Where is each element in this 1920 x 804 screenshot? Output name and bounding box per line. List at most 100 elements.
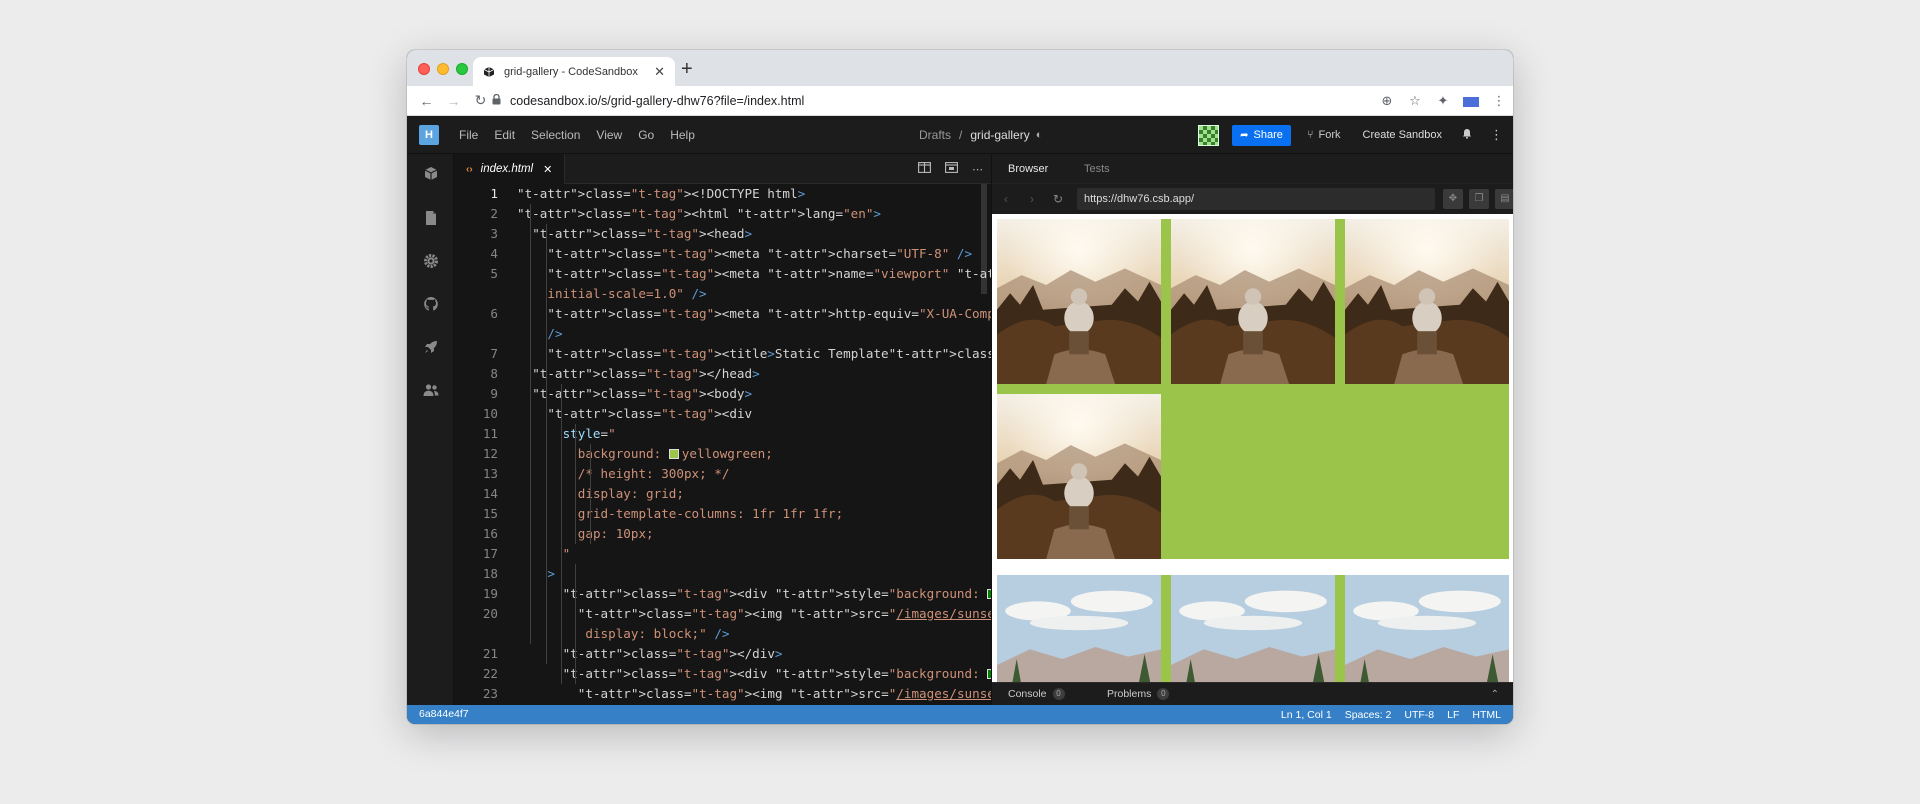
split-editor-icon[interactable]: [918, 162, 931, 176]
preview-back-icon[interactable]: ‹: [1004, 184, 1008, 214]
indentation[interactable]: Spaces: 2: [1345, 709, 1392, 721]
encoding[interactable]: UTF-8: [1404, 709, 1434, 721]
code-line-wrap[interactable]: display: block;" />: [454, 624, 991, 644]
globe-icon[interactable]: ◐: [1036, 129, 1043, 141]
editor-tab-bar: ‹› index.html ✕ ⋯: [454, 154, 991, 184]
deployment-rocket-icon[interactable]: [422, 338, 440, 356]
notifications-bell-icon[interactable]: [1462, 128, 1472, 142]
preview-new-window-icon[interactable]: ❐: [1469, 189, 1489, 209]
code-line[interactable]: 13 /* height: 300px; */: [454, 464, 991, 484]
preview-tab-bar: Browser Tests: [992, 154, 1513, 184]
explorer-file-icon[interactable]: [422, 209, 440, 227]
code-line[interactable]: 9 "t-attr">class="t-tag"><body>: [454, 384, 991, 404]
extensions-puzzle-icon[interactable]: ✦: [1435, 93, 1451, 109]
indent-guide: [575, 424, 577, 544]
bookmark-star-icon[interactable]: ☆: [1407, 93, 1423, 109]
code-line[interactable]: 18 >: [454, 564, 991, 584]
code-line[interactable]: 3 "t-attr">class="t-tag"><head>: [454, 224, 991, 244]
code-line[interactable]: 16 gap: 10px;: [454, 524, 991, 544]
menu-go[interactable]: Go: [638, 128, 654, 142]
code-line[interactable]: 14 display: grid;: [454, 484, 991, 504]
line-number: 6: [490, 306, 498, 321]
code-line[interactable]: 23 "t-attr">class="t-tag"><img "t-attr">s…: [454, 684, 991, 704]
code-line[interactable]: 7 "t-attr">class="t-tag"><title>Static Te…: [454, 344, 991, 364]
back-arrow-icon[interactable]: ←: [413, 93, 440, 109]
reload-icon[interactable]: ↻: [467, 92, 494, 109]
new-tab-icon[interactable]: +: [681, 59, 693, 79]
menu-selection[interactable]: Selection: [531, 128, 580, 142]
chevron-up-icon[interactable]: ⌃: [1491, 683, 1499, 706]
close-editor-tab-icon[interactable]: ✕: [543, 163, 552, 176]
browser-menu-icon[interactable]: ⋮: [1491, 93, 1507, 109]
code-line[interactable]: 8 "t-attr">class="t-tag"></head>: [454, 364, 991, 384]
menu-help[interactable]: Help: [670, 128, 695, 142]
preview-url-input[interactable]: https://dhw76.csb.app/: [1077, 188, 1435, 210]
preview-frame[interactable]: [992, 214, 1513, 682]
editor-tab-index-html[interactable]: ‹› index.html ✕: [454, 154, 566, 184]
problems-tab[interactable]: Problems 0: [1107, 683, 1170, 706]
code-line[interactable]: 4 "t-attr">class="t-tag"><meta "t-attr">c…: [454, 244, 991, 264]
code-text: "t-attr">class="t-tag"><img "t-attr">src…: [577, 686, 991, 701]
settings-gear-icon[interactable]: [422, 252, 440, 270]
sandbox-name[interactable]: grid-gallery: [970, 128, 1029, 142]
code-line-wrap[interactable]: initial-scale=1.0" />: [454, 284, 991, 304]
tab-tests[interactable]: Tests: [1084, 154, 1110, 184]
address-url: codesandbox.io/s/grid-gallery-dhw76?file…: [510, 94, 805, 108]
code-text: "t-attr">class="t-tag"><title>Static Tem…: [547, 346, 991, 361]
line-number: 16: [482, 526, 498, 541]
code-line[interactable]: 19 "t-attr">class="t-tag"><div "t-attr">s…: [454, 584, 991, 604]
menu-file[interactable]: File: [459, 128, 478, 142]
code-line[interactable]: 5 "t-attr">class="t-tag"><meta "t-attr">n…: [454, 264, 991, 284]
zoom-window-button[interactable]: [456, 63, 468, 75]
github-icon[interactable]: [422, 295, 440, 313]
code-line[interactable]: 1 "t-attr">class="t-tag"><!DOCTYPE html>: [454, 184, 991, 204]
menu-edit[interactable]: Edit: [494, 128, 515, 142]
more-options-icon[interactable]: ⋮: [1490, 127, 1503, 143]
breadcrumb-drafts[interactable]: Drafts: [919, 128, 951, 142]
close-tab-icon[interactable]: ✕: [654, 64, 665, 80]
create-sandbox-button[interactable]: Create Sandbox: [1363, 129, 1443, 141]
avatar[interactable]: [1198, 124, 1220, 146]
code-line[interactable]: 2 "t-attr">class="t-tag"><html "t-attr">l…: [454, 204, 991, 224]
live-collaboration-users-icon[interactable]: [422, 381, 440, 399]
minimize-window-button[interactable]: [437, 63, 449, 75]
code-line[interactable]: 6 "t-attr">class="t-tag"><meta "t-attr">h…: [454, 304, 991, 324]
code-line[interactable]: 17 ": [454, 544, 991, 564]
fork-button[interactable]: ⑂ Fork: [1307, 129, 1341, 141]
address-bar[interactable]: codesandbox.io/s/grid-gallery-dhw76?file…: [492, 90, 1412, 112]
language-mode[interactable]: HTML: [1472, 709, 1501, 721]
preview-layout-icon[interactable]: ▤: [1495, 189, 1513, 209]
code-area[interactable]: 1 "t-attr">class="t-tag"><!DOCTYPE html> 2…: [454, 184, 991, 705]
menu-view[interactable]: View: [596, 128, 622, 142]
code-text: "t-attr">class="t-tag"><div "t-attr">sty…: [563, 664, 991, 684]
preview-refresh-icon[interactable]: ↻: [1053, 184, 1063, 214]
close-window-button[interactable]: [418, 63, 430, 75]
gallery-grid-sunset: [997, 219, 1509, 559]
code-line[interactable]: 12 background: yellowgreen;: [454, 444, 991, 464]
project-info-cube-icon[interactable]: [422, 165, 440, 183]
indent-guide: [545, 224, 547, 364]
code-line[interactable]: 21 "t-attr">class="t-tag"></div>: [454, 644, 991, 664]
line-ending[interactable]: LF: [1447, 709, 1459, 721]
code-text: "t-attr">class="t-tag"><body>: [532, 386, 753, 401]
tab-browser[interactable]: Browser: [1008, 154, 1048, 184]
share-button[interactable]: ➦ Share: [1232, 124, 1291, 146]
preview-navigation: ‹ › ↻ https://dhw76.csb.app/ ✥ ❐ ▤: [992, 184, 1513, 214]
preview-forward-icon[interactable]: ›: [1030, 184, 1034, 214]
forward-arrow-icon[interactable]: →: [440, 93, 467, 109]
preview-inspect-icon[interactable]: ✥: [1443, 189, 1463, 209]
cursor-position[interactable]: Ln 1, Col 1: [1281, 709, 1332, 721]
code-line[interactable]: 10 "t-attr">class="t-tag"><div: [454, 404, 991, 424]
code-line[interactable]: 11 style=": [454, 424, 991, 444]
browser-tab[interactable]: grid-gallery - CodeSandbox ✕: [473, 57, 675, 86]
install-app-icon[interactable]: ⊕: [1379, 93, 1395, 109]
code-line-wrap[interactable]: />: [454, 324, 991, 344]
open-preview-icon[interactable]: [945, 162, 958, 176]
code-line[interactable]: 22 "t-attr">class="t-tag"><div "t-attr">s…: [454, 664, 991, 684]
code-line[interactable]: 15 grid-template-columns: 1fr 1fr 1fr;: [454, 504, 991, 524]
codesandbox-logo[interactable]: H: [419, 125, 439, 145]
console-tab[interactable]: Console 0: [1008, 683, 1065, 706]
editor-more-icon[interactable]: ⋯: [972, 163, 983, 176]
extension-badge-icon[interactable]: [1463, 96, 1479, 107]
code-line[interactable]: 20 "t-attr">class="t-tag"><img "t-attr">s…: [454, 604, 991, 624]
